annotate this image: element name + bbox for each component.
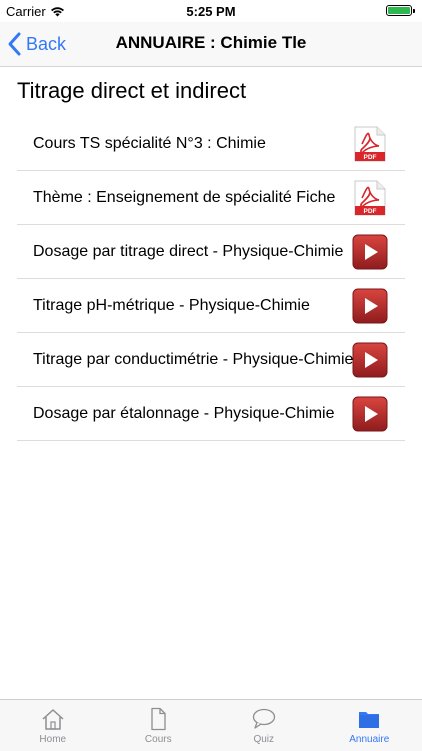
list-item-label: Titrage par conductimétrie - Physique-Ch… [33,351,353,369]
resource-list: Cours TS spécialité N°3 : Chimie PDF Thè… [17,117,405,441]
list-item-label: Dosage par titrage direct - Physique-Chi… [33,243,353,261]
video-play-icon [352,288,388,324]
video-play-icon [352,342,388,378]
pdf-badge-text: PDF [364,154,377,161]
video-play-icon [352,234,388,270]
tab-home[interactable]: Home [0,700,106,751]
video-play-icon [352,396,388,432]
tab-cours-label: Cours [145,734,172,745]
pdf-badge-text: PDF [364,208,377,215]
tab-quiz-label: Quiz [253,734,274,745]
list-item[interactable]: Titrage par conductimétrie - Physique-Ch… [17,333,405,387]
list-item[interactable]: Dosage par étalonnage - Physique-Chimie [17,387,405,441]
tab-annuaire[interactable]: Annuaire [317,700,422,751]
status-time: 5:25 PM [0,4,422,19]
battery-icon [386,5,412,16]
list-item[interactable]: Cours TS spécialité N°3 : Chimie PDF [17,117,405,171]
status-bar: Carrier 5:25 PM [0,0,422,22]
navigation-bar: Back ANNUAIRE : Chimie Tle [0,22,422,67]
chat-bubble-icon [251,707,277,731]
list-item[interactable]: Thème : Enseignement de spécialité Fiche… [17,171,405,225]
pdf-icon: PDF [352,126,388,162]
battery-fill [388,7,410,14]
tab-annuaire-label: Annuaire [349,734,389,745]
section-title: Titrage direct et indirect [17,78,246,104]
tab-quiz[interactable]: Quiz [211,700,317,751]
list-item-label: Thème : Enseignement de spécialité Fiche [33,189,353,207]
pdf-icon: PDF [352,180,388,216]
tab-cours[interactable]: Cours [106,700,212,751]
tab-bar: Home Cours Quiz Annuaire [0,699,422,751]
document-icon [145,707,171,731]
page-title: ANNUAIRE : Chimie Tle [0,33,422,53]
tab-home-label: Home [39,734,66,745]
list-item-label: Dosage par étalonnage - Physique-Chimie [33,405,353,423]
list-item-label: Cours TS spécialité N°3 : Chimie [33,135,353,153]
list-item-label: Titrage pH-métrique - Physique-Chimie [33,297,353,315]
list-item[interactable]: Titrage pH-métrique - Physique-Chimie [17,279,405,333]
list-item[interactable]: Dosage par titrage direct - Physique-Chi… [17,225,405,279]
home-icon [40,707,66,731]
folder-icon [356,707,382,731]
